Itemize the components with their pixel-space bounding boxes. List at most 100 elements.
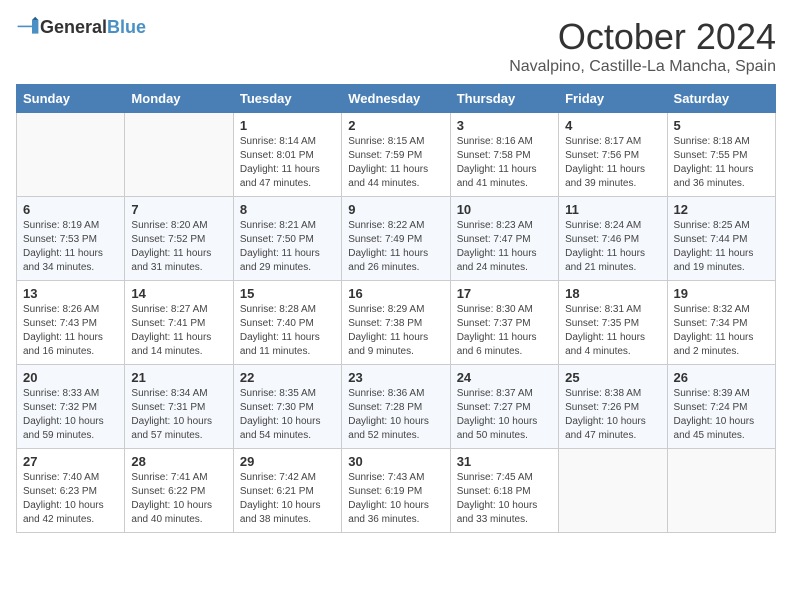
day-info: Sunrise: 8:20 AM Sunset: 7:52 PM Dayligh… <box>131 219 226 275</box>
day-info: Sunrise: 7:40 AM Sunset: 6:23 PM Dayligh… <box>23 471 118 527</box>
day-number: 27 <box>23 454 118 469</box>
calendar-cell: 3 Sunrise: 8:16 AM Sunset: 7:58 PM Daylig… <box>450 113 558 197</box>
day-info: Sunrise: 8:30 AM Sunset: 7:37 PM Dayligh… <box>457 303 552 359</box>
day-info: Sunrise: 8:28 AM Sunset: 7:40 PM Dayligh… <box>240 303 335 359</box>
day-number: 9 <box>348 202 443 217</box>
calendar-cell: 25 Sunrise: 8:38 AM Sunset: 7:26 PM Dayli… <box>559 365 667 449</box>
calendar-cell: 28 Sunrise: 7:41 AM Sunset: 6:22 PM Dayli… <box>125 449 233 533</box>
day-number: 21 <box>131 370 226 385</box>
day-number: 6 <box>23 202 118 217</box>
day-info: Sunrise: 8:32 AM Sunset: 7:34 PM Dayligh… <box>674 303 769 359</box>
calendar-cell: 20Sunrise: 8:33 AM Sunset: 7:32 PM Dayli… <box>17 365 125 449</box>
calendar-cell: 7 Sunrise: 8:20 AM Sunset: 7:52 PM Daylig… <box>125 197 233 281</box>
weekday-header-thursday: Thursday <box>450 85 558 113</box>
weekday-header-friday: Friday <box>559 85 667 113</box>
day-info: Sunrise: 7:45 AM Sunset: 6:18 PM Dayligh… <box>457 471 552 527</box>
day-number: 18 <box>565 286 660 301</box>
calendar-cell: 15 Sunrise: 8:28 AM Sunset: 7:40 PM Dayli… <box>233 281 341 365</box>
location-title: Navalpino, Castille-La Mancha, Spain <box>509 58 776 76</box>
calendar-cell: 31 Sunrise: 7:45 AM Sunset: 6:18 PM Dayli… <box>450 449 558 533</box>
day-info: Sunrise: 8:25 AM Sunset: 7:44 PM Dayligh… <box>674 219 769 275</box>
day-number: 28 <box>131 454 226 469</box>
calendar-cell: 29Sunrise: 7:42 AM Sunset: 6:21 PM Dayli… <box>233 449 341 533</box>
day-number: 13 <box>23 286 118 301</box>
calendar-cell: 19 Sunrise: 8:32 AM Sunset: 7:34 PM Dayli… <box>667 281 775 365</box>
day-number: 1 <box>240 118 335 133</box>
calendar-week-row: 27 Sunrise: 7:40 AM Sunset: 6:23 PM Dayli… <box>17 449 776 533</box>
day-number: 2 <box>348 118 443 133</box>
month-title: October 2024 <box>509 16 776 58</box>
day-number: 25 <box>565 370 660 385</box>
day-info: Sunrise: 8:38 AM Sunset: 7:26 PM Dayligh… <box>565 387 660 443</box>
calendar-cell: 11 Sunrise: 8:24 AM Sunset: 7:46 PM Dayli… <box>559 197 667 281</box>
day-number: 26 <box>674 370 769 385</box>
day-info: Sunrise: 7:42 AM Sunset: 6:21 PM Dayligh… <box>240 471 335 527</box>
day-info: Sunrise: 8:27 AM Sunset: 7:41 PM Dayligh… <box>131 303 226 359</box>
day-info: Sunrise: 8:35 AM Sunset: 7:30 PM Dayligh… <box>240 387 335 443</box>
calendar-cell <box>17 113 125 197</box>
calendar-week-row: 13 Sunrise: 8:26 AM Sunset: 7:43 PM Dayli… <box>17 281 776 365</box>
day-number: 4 <box>565 118 660 133</box>
day-info: Sunrise: 8:17 AM Sunset: 7:56 PM Dayligh… <box>565 135 660 191</box>
calendar-cell: 22 Sunrise: 8:35 AM Sunset: 7:30 PM Dayli… <box>233 365 341 449</box>
day-number: 16 <box>348 286 443 301</box>
calendar-cell: 1 Sunrise: 8:14 AM Sunset: 8:01 PM Daylig… <box>233 113 341 197</box>
day-info: Sunrise: 8:22 AM Sunset: 7:49 PM Dayligh… <box>348 219 443 275</box>
day-number: 5 <box>674 118 769 133</box>
day-number: 11 <box>565 202 660 217</box>
day-info: Sunrise: 8:34 AM Sunset: 7:31 PM Dayligh… <box>131 387 226 443</box>
weekday-header-tuesday: Tuesday <box>233 85 341 113</box>
day-number: 7 <box>131 202 226 217</box>
calendar-week-row: 6 Sunrise: 8:19 AM Sunset: 7:53 PM Daylig… <box>17 197 776 281</box>
day-info: Sunrise: 8:24 AM Sunset: 7:46 PM Dayligh… <box>565 219 660 275</box>
day-number: 22 <box>240 370 335 385</box>
day-number: 20 <box>23 370 118 385</box>
calendar-cell: 5 Sunrise: 8:18 AM Sunset: 7:55 PM Daylig… <box>667 113 775 197</box>
day-number: 10 <box>457 202 552 217</box>
day-info: Sunrise: 8:36 AM Sunset: 7:28 PM Dayligh… <box>348 387 443 443</box>
day-number: 17 <box>457 286 552 301</box>
day-info: Sunrise: 8:39 AM Sunset: 7:24 PM Dayligh… <box>674 387 769 443</box>
calendar-cell: 13 Sunrise: 8:26 AM Sunset: 7:43 PM Dayli… <box>17 281 125 365</box>
calendar-cell: 21 Sunrise: 8:34 AM Sunset: 7:31 PM Dayli… <box>125 365 233 449</box>
day-info: Sunrise: 8:18 AM Sunset: 7:55 PM Dayligh… <box>674 135 769 191</box>
day-info: Sunrise: 8:19 AM Sunset: 7:53 PM Dayligh… <box>23 219 118 275</box>
calendar-cell: 27 Sunrise: 7:40 AM Sunset: 6:23 PM Dayli… <box>17 449 125 533</box>
day-info: Sunrise: 8:23 AM Sunset: 7:47 PM Dayligh… <box>457 219 552 275</box>
calendar-cell: 30Sunrise: 7:43 AM Sunset: 6:19 PM Dayli… <box>342 449 450 533</box>
weekday-header-row: SundayMondayTuesdayWednesdayThursdayFrid… <box>17 85 776 113</box>
calendar-cell: 2 Sunrise: 8:15 AM Sunset: 7:59 PM Daylig… <box>342 113 450 197</box>
calendar-week-row: 1 Sunrise: 8:14 AM Sunset: 8:01 PM Daylig… <box>17 113 776 197</box>
calendar-cell <box>559 449 667 533</box>
calendar-cell <box>125 113 233 197</box>
day-info: Sunrise: 8:26 AM Sunset: 7:43 PM Dayligh… <box>23 303 118 359</box>
day-info: Sunrise: 8:21 AM Sunset: 7:50 PM Dayligh… <box>240 219 335 275</box>
logo-blue: Blue <box>107 17 146 37</box>
day-number: 30 <box>348 454 443 469</box>
day-number: 19 <box>674 286 769 301</box>
title-area: October 2024 Navalpino, Castille-La Manc… <box>509 16 776 76</box>
calendar-week-row: 20Sunrise: 8:33 AM Sunset: 7:32 PM Dayli… <box>17 365 776 449</box>
weekday-header-saturday: Saturday <box>667 85 775 113</box>
calendar-cell: 4 Sunrise: 8:17 AM Sunset: 7:56 PM Daylig… <box>559 113 667 197</box>
calendar-cell <box>667 449 775 533</box>
day-number: 31 <box>457 454 552 469</box>
day-info: Sunrise: 8:15 AM Sunset: 7:59 PM Dayligh… <box>348 135 443 191</box>
calendar-cell: 8Sunrise: 8:21 AM Sunset: 7:50 PM Daylig… <box>233 197 341 281</box>
calendar-cell: 24Sunrise: 8:37 AM Sunset: 7:27 PM Dayli… <box>450 365 558 449</box>
calendar-cell: 14Sunrise: 8:27 AM Sunset: 7:41 PM Dayli… <box>125 281 233 365</box>
weekday-header-sunday: Sunday <box>17 85 125 113</box>
day-info: Sunrise: 8:16 AM Sunset: 7:58 PM Dayligh… <box>457 135 552 191</box>
calendar-cell: 23Sunrise: 8:36 AM Sunset: 7:28 PM Dayli… <box>342 365 450 449</box>
day-number: 12 <box>674 202 769 217</box>
calendar-body: 1 Sunrise: 8:14 AM Sunset: 8:01 PM Daylig… <box>17 113 776 533</box>
day-info: Sunrise: 7:41 AM Sunset: 6:22 PM Dayligh… <box>131 471 226 527</box>
logo: GeneralBlue <box>16 16 146 40</box>
day-info: Sunrise: 8:14 AM Sunset: 8:01 PM Dayligh… <box>240 135 335 191</box>
calendar-cell: 12 Sunrise: 8:25 AM Sunset: 7:44 PM Dayli… <box>667 197 775 281</box>
calendar-table: SundayMondayTuesdayWednesdayThursdayFrid… <box>16 84 776 533</box>
day-number: 3 <box>457 118 552 133</box>
day-number: 15 <box>240 286 335 301</box>
logo-icon <box>16 16 40 40</box>
calendar-cell: 18Sunrise: 8:31 AM Sunset: 7:35 PM Dayli… <box>559 281 667 365</box>
